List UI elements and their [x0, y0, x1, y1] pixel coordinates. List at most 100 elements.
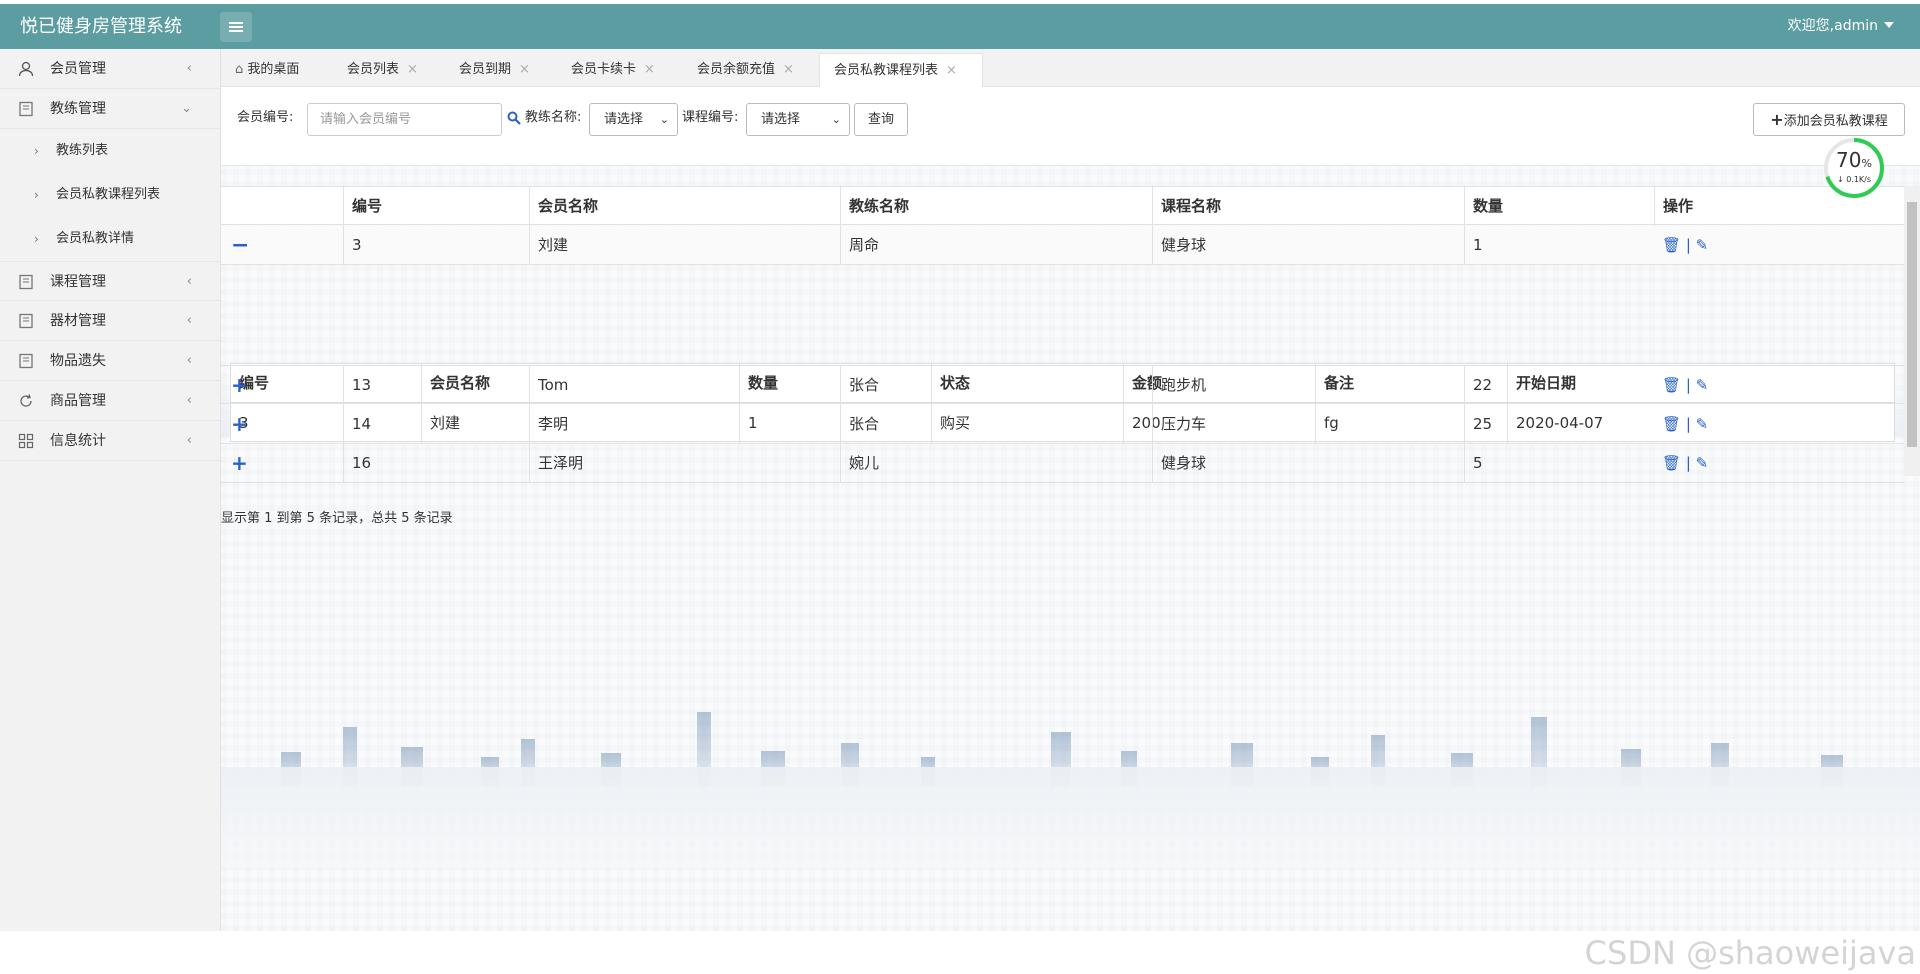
- table-header: 编号 会员名称 教练名称 课程名称 数量 操作: [221, 186, 1904, 226]
- row-actions[interactable]: 🗑 | ✎: [1662, 366, 1708, 405]
- cell-id: 16: [343, 444, 529, 483]
- sidebar-subitem-coach-list[interactable]: › 教练列表: [0, 129, 220, 173]
- sidebar-item-label: 物品遗失: [50, 353, 106, 369]
- cell-course: 健身球: [1152, 226, 1464, 265]
- tab-bar: ⌂ 我的桌面 会员列表 × 会员到期 × 会员卡续卡 × 会员余额充值 × 会员私教课程…: [221, 49, 1920, 87]
- tab-label: 会员余额充值: [697, 62, 776, 77]
- main-content: 会员编号: 请输入会员编号 教练名称: 请选择 ⌄ 课程编号: 请选择 ⌄ 查询 +…: [221, 87, 1920, 931]
- cell-course: 压力车: [1152, 405, 1464, 444]
- close-icon[interactable]: ×: [407, 62, 418, 77]
- tab-card-renewal[interactable]: 会员卡续卡 ×: [557, 53, 683, 87]
- trash-icon[interactable]: 🗑: [1662, 376, 1681, 394]
- tab-balance-recharge[interactable]: 会员余额充值 ×: [683, 53, 819, 87]
- expand-icon[interactable]: +: [231, 444, 248, 483]
- edit-icon[interactable]: ✎: [1696, 236, 1709, 254]
- tab-member-list[interactable]: 会员列表 ×: [333, 53, 445, 87]
- filter-toolbar: 会员编号: 请输入会员编号 教练名称: 请选择 ⌄ 课程编号: 请选择 ⌄ 查询 +…: [221, 87, 1920, 166]
- gauge-percent: 70: [1836, 148, 1862, 172]
- collapse-icon[interactable]: −: [231, 226, 249, 265]
- trash-icon[interactable]: 🗑: [1662, 454, 1681, 472]
- close-icon[interactable]: ×: [946, 63, 957, 78]
- course-id-label: 课程编号:: [682, 110, 739, 125]
- sidebar-subitem-label: 教练列表: [56, 143, 109, 158]
- course-id-select[interactable]: 请选择 ⌄: [746, 103, 850, 136]
- gauge-speed: 0.1K/s: [1846, 175, 1872, 184]
- edit-icon[interactable]: ✎: [1696, 415, 1709, 433]
- grid-icon: [18, 433, 34, 449]
- add-private-course-button[interactable]: +添加会员私教课程: [1753, 103, 1905, 136]
- row-actions[interactable]: 🗑 | ✎: [1662, 444, 1708, 483]
- app-title: 悦已健身房管理系统: [20, 16, 182, 37]
- chevron-down-icon: ⌄: [659, 113, 669, 126]
- network-speed-gauge: 70% ↓ 0.1K/s: [1823, 137, 1885, 199]
- header-quantity: 数量: [1464, 187, 1654, 226]
- cell-id: 13: [343, 366, 529, 405]
- sidebar-item-lost-items[interactable]: 物品遗失 ‹: [0, 341, 220, 381]
- chevron-left-icon: ‹: [186, 353, 192, 368]
- tab-my-desktop[interactable]: ⌂ 我的桌面: [221, 53, 333, 87]
- row-actions[interactable]: 🗑 | ✎: [1662, 226, 1708, 265]
- cell-quantity: 5: [1464, 444, 1654, 483]
- cell-id: 14: [343, 405, 529, 444]
- gauge-unit: %: [1861, 157, 1872, 170]
- tab-label: 会员私教课程列表: [834, 63, 939, 78]
- close-icon[interactable]: ×: [644, 62, 655, 77]
- top-bar: 悦已健身房管理系统 欢迎您,admin: [0, 4, 1920, 49]
- sidebar-subitem-private-course-list[interactable]: › 会员私教课程列表: [0, 173, 220, 217]
- cell-coach: 婉儿: [840, 444, 1152, 483]
- cell-coach: 周命: [840, 226, 1152, 265]
- sidebar-subitem-private-detail[interactable]: › 会员私教详情: [0, 217, 220, 261]
- background-fade: [221, 767, 1920, 867]
- cell-member: 李明: [529, 405, 840, 444]
- sidebar: 会员管理 ‹ 教练管理 ⌄ › 教练列表 › 会员私教课程列表 › 会员私教详情…: [0, 49, 221, 931]
- sidebar-item-equipment[interactable]: 器材管理 ‹: [0, 301, 220, 341]
- refresh-icon: [20, 394, 32, 407]
- scrollbar-thumb[interactable]: [1907, 202, 1917, 447]
- sidebar-item-label: 会员管理: [50, 61, 106, 77]
- chevron-left-icon: ‹: [186, 393, 192, 408]
- sidebar-item-member[interactable]: 会员管理 ‹: [0, 49, 220, 89]
- menu-toggle-icon[interactable]: [220, 12, 252, 42]
- cell-quantity: 25: [1464, 405, 1654, 444]
- sidebar-item-label: 课程管理: [50, 274, 106, 290]
- trash-icon[interactable]: 🗑: [1662, 236, 1681, 254]
- expand-icon[interactable]: +: [231, 366, 248, 405]
- tab-private-course-list[interactable]: 会员私教课程列表 ×: [819, 53, 983, 87]
- sidebar-item-statistics[interactable]: 信息统计 ‹: [0, 421, 220, 461]
- edit-icon[interactable]: ✎: [1696, 454, 1709, 472]
- expand-icon[interactable]: +: [231, 405, 248, 444]
- table-row: + 14 李明 张合 压力车 25 🗑 | ✎: [221, 405, 1904, 444]
- cell-member: 刘建: [529, 226, 840, 265]
- user-menu[interactable]: 欢迎您,admin: [1788, 4, 1894, 49]
- coach-name-select[interactable]: 请选择 ⌄: [589, 103, 678, 136]
- sidebar-item-goods[interactable]: 商品管理 ‹: [0, 381, 220, 421]
- query-button[interactable]: 查询: [854, 103, 908, 136]
- chevron-right-icon: ›: [34, 232, 39, 246]
- welcome-text: 欢迎您,admin: [1787, 18, 1878, 34]
- chevron-left-icon: ‹: [186, 274, 192, 289]
- sidebar-item-label: 教练管理: [50, 101, 106, 117]
- chevron-down-icon: ⌄: [831, 113, 841, 126]
- tab-label: 会员列表: [347, 62, 400, 77]
- cell-coach: 张合: [840, 405, 1152, 444]
- table-row: − 3 刘建 周命 健身球 1 🗑 | ✎: [221, 226, 1904, 265]
- sidebar-item-coach[interactable]: 教练管理 ⌄: [0, 89, 220, 129]
- tab-member-expiry[interactable]: 会员到期 ×: [445, 53, 557, 87]
- cell-quantity: 1: [1464, 226, 1654, 265]
- member-id-input[interactable]: 请输入会员编号: [307, 103, 502, 136]
- trash-icon[interactable]: 🗑: [1662, 415, 1681, 433]
- tab-label: 我的桌面: [247, 62, 300, 77]
- sidebar-subitem-label: 会员私教详情: [56, 231, 135, 246]
- row-actions[interactable]: 🗑 | ✎: [1662, 405, 1708, 444]
- edit-icon[interactable]: ✎: [1696, 376, 1709, 394]
- close-icon[interactable]: ×: [519, 62, 530, 77]
- close-icon[interactable]: ×: [783, 62, 794, 77]
- sidebar-item-course[interactable]: 课程管理 ‹: [0, 261, 220, 301]
- plus-icon: +: [1770, 110, 1784, 129]
- search-icon[interactable]: [507, 111, 521, 125]
- sidebar-item-label: 商品管理: [50, 393, 106, 409]
- arrow-down-icon: ↓: [1836, 175, 1847, 184]
- table-scrollbar[interactable]: [1904, 186, 1920, 476]
- chevron-left-icon: ‹: [186, 61, 192, 76]
- cell-id: 3: [343, 226, 529, 265]
